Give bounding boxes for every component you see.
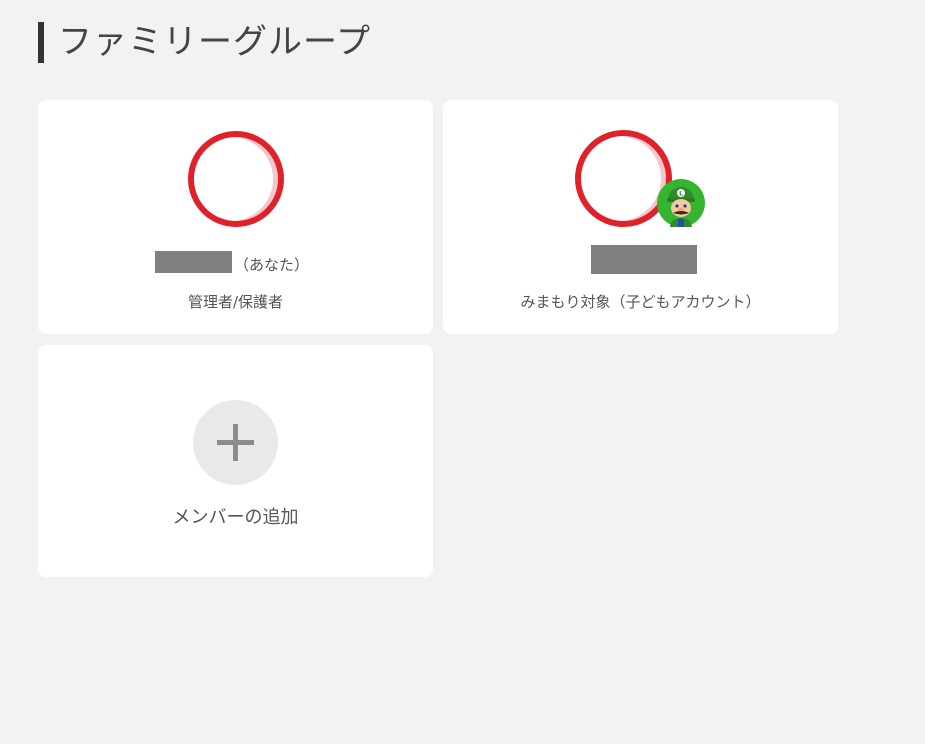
redacted-name xyxy=(591,245,697,274)
avatar xyxy=(188,131,284,227)
add-member-circle xyxy=(193,400,278,485)
add-member-button[interactable]: メンバーの追加 xyxy=(38,345,433,577)
member-role: 管理者/保護者 xyxy=(187,293,284,311)
add-member-label: メンバーの追加 xyxy=(172,507,299,528)
you-label: （あなた） xyxy=(234,256,310,274)
page-title: ファミリーグループ xyxy=(38,22,371,63)
plus-icon xyxy=(217,424,254,461)
member-role: みまもり対象（子どもアカウント） xyxy=(520,293,761,311)
member-card-self[interactable]: （あなた） 管理者/保護者 xyxy=(38,100,433,334)
svg-text:L: L xyxy=(679,191,683,198)
redacted-name xyxy=(155,251,232,273)
luigi-avatar-icon: L xyxy=(657,179,705,227)
member-card-child[interactable]: L みまもり対象（子どもアカウント） xyxy=(443,100,838,334)
